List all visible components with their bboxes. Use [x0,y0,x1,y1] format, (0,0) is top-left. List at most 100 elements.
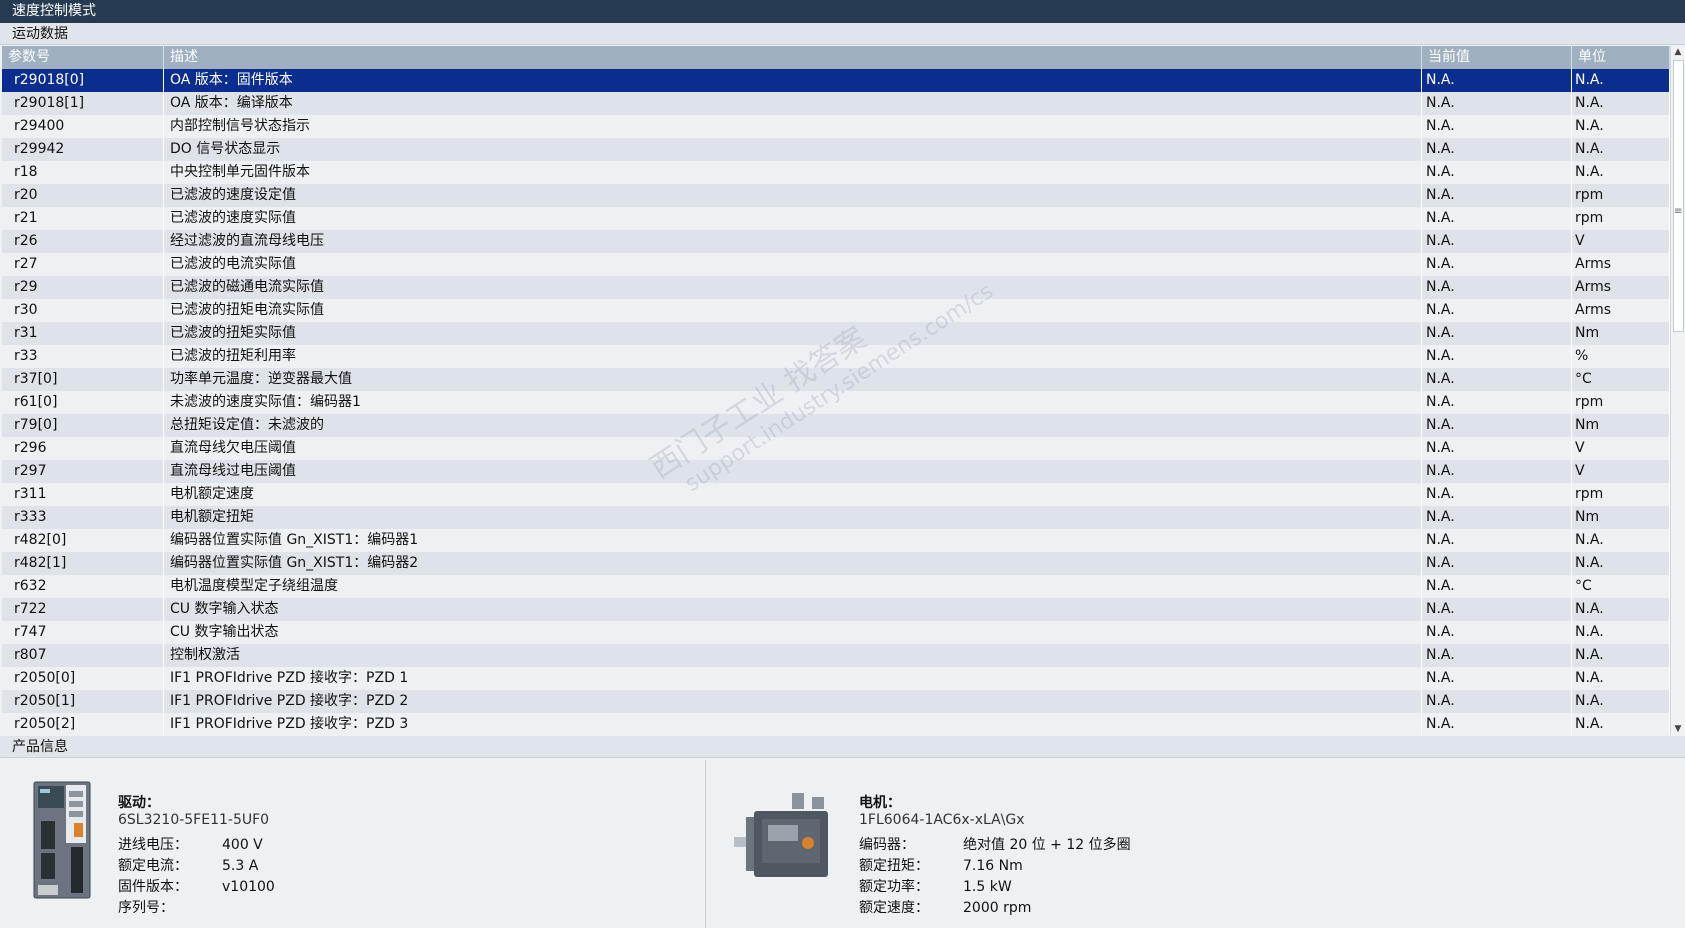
scrollbar-thumb[interactable] [1673,60,1684,332]
scroll-down-icon[interactable]: ▼ [1671,723,1685,735]
drive-spec-key: 固件版本： [118,879,188,895]
motor-icon [734,793,828,877]
section-header-motion-data[interactable]: 运动数据 [0,23,1685,45]
cell-desc: 经过滤波的直流母线电压 [164,230,1422,253]
motor-spec-value: 1.5 kW [963,879,1012,895]
motor-spec-row: 编码器： 绝对值 20 位 + 12 位多圈 [859,835,1131,856]
cell-desc: 未滤波的速度实际值：编码器1 [164,391,1422,414]
motor-spec-row: 额定速度： 2000 rpm [859,898,1131,919]
table-row[interactable]: r29018[1] OA 版本：编译版本 N.A. N.A. [2,92,1670,115]
cell-desc: 电机额定扭矩 [164,506,1422,529]
cell-desc: CU 数字输入状态 [164,598,1422,621]
drive-spec-value: 5.3 A [222,858,259,874]
cell-desc: OA 版本：固件版本 [164,69,1422,92]
cell-desc: IF1 PROFIdrive PZD 接收字：PZD 2 [164,690,1422,713]
cell-unit: N.A. [1572,713,1670,735]
cell-unit: °C [1572,575,1670,598]
table-row[interactable]: r21 已滤波的速度实际值 N.A. rpm [2,207,1670,230]
motor-heading: 电机： [859,795,901,811]
vertical-scrollbar[interactable]: ▲ ≡ ▼ [1670,46,1685,735]
cell-param: r26 [2,230,164,253]
cell-param: r20 [2,184,164,207]
cell-desc: 已滤波的电流实际值 [164,253,1422,276]
cell-value: N.A. [1422,690,1572,713]
drive-spec-key: 序列号： [118,900,174,916]
cell-value: N.A. [1422,575,1572,598]
table-row[interactable]: r30 已滤波的扭矩电流实际值 N.A. Arms [2,299,1670,322]
cell-value: N.A. [1422,253,1572,276]
cell-value: N.A. [1422,115,1572,138]
cell-value: N.A. [1422,460,1572,483]
cell-unit: N.A. [1572,92,1670,115]
table-row[interactable]: r29018[0] OA 版本：固件版本 N.A. N.A. [2,69,1670,92]
table-row[interactable]: r2050[2] IF1 PROFIdrive PZD 接收字：PZD 3 N.A.… [2,713,1670,735]
cell-param: r61[0] [2,391,164,414]
cell-param: r79[0] [2,414,164,437]
table-row[interactable]: r2050[1] IF1 PROFIdrive PZD 接收字：PZD 2 N.A.… [2,690,1670,713]
cell-desc: 中央控制单元固件版本 [164,161,1422,184]
table-row[interactable]: r27 已滤波的电流实际值 N.A. Arms [2,253,1670,276]
window-title: 速度控制模式 [0,0,1685,23]
table-row[interactable]: r29400 内部控制信号状态指示 N.A. N.A. [2,115,1670,138]
drive-specs: 进线电压： 400 V 额定电流： 5.3 A 固件版本： v10100 序列号： [118,835,275,919]
cell-value: N.A. [1422,368,1572,391]
cell-value: N.A. [1422,138,1572,161]
cell-value: N.A. [1422,184,1572,207]
cell-desc: 电机温度模型定子绕组温度 [164,575,1422,598]
motor-spec-key: 编码器： [859,837,915,853]
table-row[interactable]: r31 已滤波的扭矩实际值 N.A. Nm [2,322,1670,345]
cell-desc: 已滤波的磁通电流实际值 [164,276,1422,299]
motor-spec-value: 绝对值 20 位 + 12 位多圈 [963,837,1131,853]
table-row[interactable]: r79[0] 总扭矩设定值：未滤波的 N.A. Nm [2,414,1670,437]
table-row[interactable]: r722 CU 数字输入状态 N.A. N.A. [2,598,1670,621]
cell-unit: N.A. [1572,621,1670,644]
table-row[interactable]: r482[1] 编码器位置实际值 Gn_XIST1：编码器2 N.A. N.A. [2,552,1670,575]
cell-desc: 已滤波的扭矩电流实际值 [164,299,1422,322]
cell-param: r482[1] [2,552,164,575]
table-row[interactable]: r333 电机额定扭矩 N.A. Nm [2,506,1670,529]
table-row[interactable]: r632 电机温度模型定子绕组温度 N.A. °C [2,575,1670,598]
table-row[interactable]: r29942 DO 信号状态显示 N.A. N.A. [2,138,1670,161]
cell-value: N.A. [1422,69,1572,92]
table-row[interactable]: r29 已滤波的磁通电流实际值 N.A. Arms [2,276,1670,299]
cell-desc: CU 数字输出状态 [164,621,1422,644]
motor-spec-key: 额定速度： [859,900,929,916]
table-row[interactable]: r296 直流母线欠电压阈值 N.A. V [2,437,1670,460]
table-row[interactable]: r747 CU 数字输出状态 N.A. N.A. [2,621,1670,644]
table-row[interactable]: r482[0] 编码器位置实际值 Gn_XIST1：编码器1 N.A. N.A. [2,529,1670,552]
table-row[interactable]: r61[0] 未滤波的速度实际值：编码器1 N.A. rpm [2,391,1670,414]
table-row[interactable]: r26 经过滤波的直流母线电压 N.A. V [2,230,1670,253]
drive-spec-key: 额定电流： [118,858,188,874]
scroll-up-icon[interactable]: ▲ [1671,46,1685,58]
table-row[interactable]: r297 直流母线过电压阈值 N.A. V [2,460,1670,483]
table-row[interactable]: r807 控制权激活 N.A. N.A. [2,644,1670,667]
cell-unit: % [1572,345,1670,368]
drive-icon [33,781,91,899]
table-row[interactable]: r33 已滤波的扭矩利用率 N.A.% [2,345,1670,368]
cell-desc: 已滤波的速度实际值 [164,207,1422,230]
cell-param: r29 [2,276,164,299]
table-row[interactable]: r311 电机额定速度 N.A. rpm [2,483,1670,506]
cell-unit: V [1572,230,1670,253]
column-header-param[interactable]: 参数号 [2,46,164,69]
table-body: r29018[0] OA 版本：固件版本 N.A. N.A. r29018[1] OA 版… [2,69,1670,735]
drive-model: 6SL3210-5FE11-5UF0 [118,812,270,828]
table-row[interactable]: r2050[0] IF1 PROFIdrive PZD 接收字：PZD 1 N.A.… [2,667,1670,690]
cell-desc: DO 信号状态显示 [164,138,1422,161]
column-header-desc[interactable]: 描述 [164,46,1422,69]
cell-unit: rpm [1572,483,1670,506]
column-header-unit[interactable]: 单位 [1572,46,1670,69]
table-row[interactable]: r20 已滤波的速度设定值 N.A. rpm [2,184,1670,207]
drive-spec-row: 固件版本： v10100 [118,877,275,898]
cell-value: N.A. [1422,414,1572,437]
column-header-value[interactable]: 当前值 [1422,46,1572,69]
section-header-product-info[interactable]: 产品信息 [0,736,1685,758]
cell-unit: N.A. [1572,161,1670,184]
cell-unit: Nm [1572,322,1670,345]
table-row[interactable]: r37[0] 功率单元温度：逆变器最大值 N.A. °C [2,368,1670,391]
cell-param: r2050[2] [2,713,164,735]
cell-param: r807 [2,644,164,667]
cell-value: N.A. [1422,437,1572,460]
cell-value: N.A. [1422,92,1572,115]
table-row[interactable]: r18 中央控制单元固件版本 N.A. N.A. [2,161,1670,184]
